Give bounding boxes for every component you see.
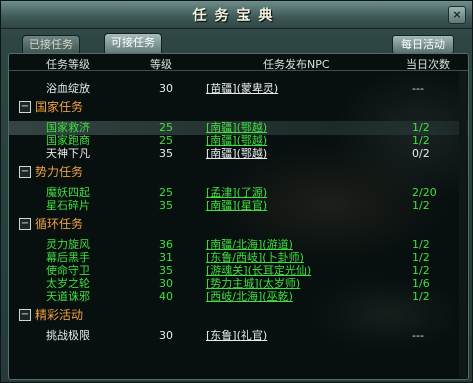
task-name: 天道诛邪 [46,290,90,303]
task-level: 35 [159,199,173,212]
header-divider [9,70,468,71]
task-row[interactable]: 灵力旋风 36 [南疆/北海](游道) 1/2 [9,238,468,252]
task-name: 星石碎片 [46,199,90,212]
title-bar[interactable]: 任务宝典 × [1,1,472,29]
task-npc-link[interactable]: [游魂关](长耳定光仙) [206,264,311,278]
collapse-icon[interactable]: − [19,166,31,178]
collapse-icon[interactable]: − [19,218,31,230]
task-name: 幕后黑手 [46,251,90,264]
tab-accepted[interactable]: 已接任务 [22,35,80,54]
task-count: 1/2 [412,290,430,303]
close-button[interactable]: × [448,6,466,24]
task-row[interactable]: 国家跑商 25 [南疆](鄂越) 1/2 [9,134,468,148]
task-npc-link[interactable]: [西岐/北海](巫乾) [206,290,293,304]
task-level: 36 [159,238,173,251]
task-level: 25 [159,134,173,147]
task-count: 1/2 [412,199,430,212]
task-count: 1/2 [412,134,430,147]
task-row[interactable]: 浴血绽放 30 [苗疆](蒙卑灵) --- [9,82,468,96]
task-level: 40 [159,290,173,303]
task-level: 30 [159,82,173,95]
task-npc-link[interactable]: [南疆](星官) [206,199,267,213]
task-count: 1/2 [412,121,430,134]
column-header: 任务等级 等级 任务发布NPC 当日次数 [9,54,468,71]
category-label: 势力任务 [35,165,84,179]
task-count: 2/20 [412,186,437,199]
task-npc-link[interactable]: [东鲁/西岐](卜卦师) [206,251,304,265]
task-npc-link[interactable]: [苗疆](蒙卑灵) [206,82,278,96]
task-npc-link[interactable]: [南疆](鄂越) [206,147,267,161]
task-count: --- [412,82,424,95]
task-count: 1/2 [412,251,430,264]
task-npc-link[interactable]: [南疆](鄂越) [206,134,267,148]
task-level: 25 [159,121,173,134]
task-level: 30 [159,329,173,342]
task-name: 魔妖四起 [46,186,90,199]
task-npc-link[interactable]: [势力主城](太岁师) [206,277,300,291]
tab-available[interactable]: 可接任务 [104,33,162,54]
task-level: 25 [159,186,173,199]
task-row[interactable]: 魔妖四起 25 [孟津](了源) 2/20 [9,186,468,200]
task-name: 使命守卫 [46,264,90,277]
collapse-icon[interactable]: − [19,309,31,321]
task-guide-window: 任务宝典 × 已接任务 可接任务 每日活动 任务等级 等级 任务发布NPC 当日… [0,0,473,383]
task-level: 30 [159,277,173,290]
scrollbar[interactable] [459,71,467,378]
task-name: 浴血绽放 [46,82,90,95]
task-level: 35 [159,147,173,160]
task-count: 0/2 [412,147,430,160]
task-name: 天神下凡 [46,147,90,160]
task-npc-link[interactable]: [南疆/北海](游道) [206,238,293,252]
task-row[interactable]: 国家救济 25 [南疆](鄂越) 1/2 [9,121,468,135]
category-label: 国家任务 [35,100,84,114]
task-level: 31 [159,251,173,264]
task-name: 挑战极限 [46,329,90,342]
task-row[interactable]: 星石碎片 35 [南疆](星官) 1/2 [9,199,468,213]
window-title: 任务宝典 [192,8,281,24]
task-count: 1/2 [412,264,430,277]
task-row[interactable]: 天道诛邪 40 [西岐/北海](巫乾) 1/2 [9,290,468,304]
collapse-icon[interactable]: − [19,101,31,113]
task-level: 35 [159,264,173,277]
task-name: 国家跑商 [46,134,90,147]
task-row[interactable]: 挑战极限 30 [东鲁](礼官) --- [9,329,468,343]
task-row[interactable]: 使命守卫 35 [游魂关](长耳定光仙) 1/2 [9,264,468,278]
task-row[interactable]: 幕后黑手 31 [东鲁/西岐](卜卦师) 1/2 [9,251,468,265]
task-name: 太岁之轮 [46,277,90,290]
task-list-panel: 任务等级 等级 任务发布NPC 当日次数 浴血绽放 30 [苗疆](蒙卑灵) --- −… [8,53,469,380]
category-label: 精彩活动 [35,308,84,322]
task-name: 灵力旋风 [46,238,90,251]
task-count: 1/6 [412,277,430,290]
task-row[interactable]: 太岁之轮 30 [势力主城](太岁师) 1/6 [9,277,468,291]
category-label: 循环任务 [35,217,84,231]
task-npc-link[interactable]: [东鲁](礼官) [206,329,267,343]
task-count: 1/2 [412,238,430,251]
task-name: 国家救济 [46,121,90,134]
task-count: --- [412,329,424,342]
daily-activity-button[interactable]: 每日活动 [392,35,454,54]
task-row[interactable]: 天神下凡 35 [南疆](鄂越) 0/2 [9,147,468,161]
task-npc-link[interactable]: [南疆](鄂越) [206,121,267,135]
task-npc-link[interactable]: [孟津](了源) [206,186,267,200]
